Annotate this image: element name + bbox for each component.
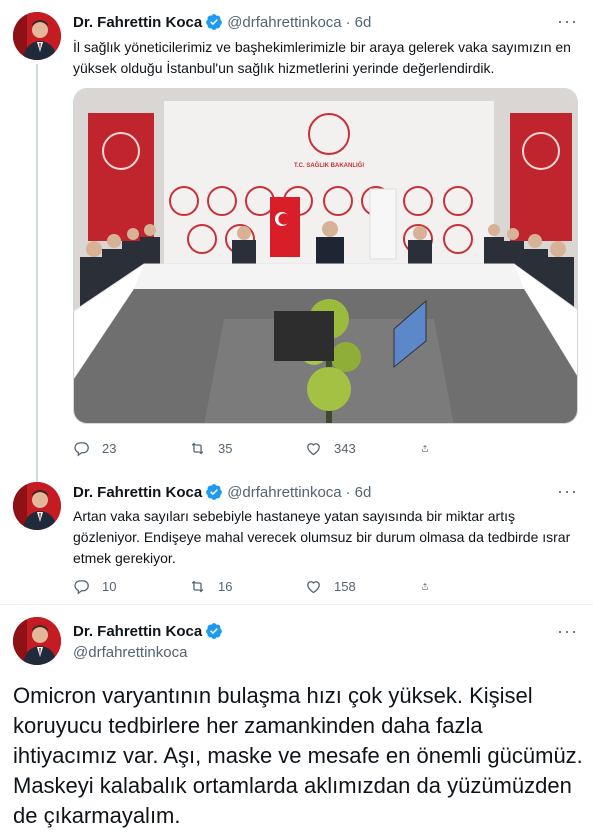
retweet-button[interactable]: 35	[189, 440, 305, 457]
tweet-header: Dr. Fahrettin Koca @drfahrettinkoca · 6d	[73, 482, 371, 502]
author-handle[interactable]: @drfahrettinkoca	[73, 644, 187, 661]
thread-connector	[36, 470, 38, 482]
retweet-icon	[191, 442, 204, 454]
separator-dot: ·	[345, 13, 351, 31]
avatar-image	[13, 617, 61, 665]
tweet-header: Dr. Fahrettin Koca @drfahrettinkoca · 6d	[73, 12, 371, 32]
like-icon	[307, 580, 320, 593]
like-count: 343	[334, 440, 356, 456]
avatar[interactable]	[13, 482, 61, 530]
author-handle[interactable]: @drfahrettinkoca	[227, 14, 341, 31]
reply-button[interactable]: 10	[73, 578, 189, 595]
more-icon[interactable]: ···	[557, 12, 577, 35]
reply-count: 10	[102, 578, 117, 594]
reply-button[interactable]: 23	[73, 440, 189, 457]
like-button[interactable]: 343	[305, 440, 421, 457]
tweet-photo[interactable]: T.C. SAĞLIK BAKANLIĞI	[73, 88, 578, 424]
share-icon	[422, 444, 428, 452]
tweet-actions: 23 35 343	[73, 438, 503, 458]
retweet-button[interactable]: 16	[189, 578, 305, 595]
tweet-actions: 10 16 158	[73, 576, 503, 596]
handle-row: @drfahrettinkoca	[73, 642, 187, 662]
thread-connector	[36, 64, 38, 470]
focused-tweet-text: Omicron varyantının bulaşma hızı çok yük…	[13, 683, 583, 828]
like-count: 158	[334, 578, 356, 594]
verified-badge-icon	[206, 623, 223, 639]
like-button[interactable]: 158	[305, 578, 421, 595]
author-name[interactable]: Dr. Fahrettin Koca	[73, 484, 202, 501]
timestamp[interactable]: 6d	[355, 484, 372, 501]
avatar-image	[13, 12, 61, 60]
tweet-2[interactable]: Dr. Fahrettin Koca @drfahrettinkoca · 6d…	[0, 470, 593, 604]
retweet-count: 16	[218, 578, 233, 594]
more-icon[interactable]: ···	[557, 622, 577, 645]
share-button[interactable]	[421, 440, 441, 457]
reply-icon	[74, 579, 89, 595]
author-handle[interactable]: @drfahrettinkoca	[227, 484, 341, 501]
verified-badge-icon	[206, 484, 223, 500]
more-icon[interactable]: ···	[557, 482, 577, 505]
like-icon	[307, 442, 320, 455]
timestamp[interactable]: 6d	[355, 14, 372, 31]
tweet-header: Dr. Fahrettin Koca	[73, 621, 227, 641]
avatar[interactable]	[13, 12, 61, 60]
reply-count: 23	[102, 440, 117, 456]
reply-icon	[74, 441, 89, 457]
wall-banner-text: T.C. SAĞLIK BAKANLIĞI	[294, 161, 364, 169]
tweet-1[interactable]: Dr. Fahrettin Koca @drfahrettinkoca · 6d…	[0, 0, 593, 470]
share-button[interactable]	[421, 578, 441, 595]
tweet-text: İl sağlık yöneticilerimiz ve başhekimler…	[73, 39, 571, 76]
avatar-image	[13, 482, 61, 530]
verified-badge-icon	[206, 14, 223, 30]
retweet-icon	[191, 580, 204, 592]
author-name[interactable]: Dr. Fahrettin Koca	[73, 14, 202, 31]
tweet-text: Artan vaka sayıları sebebiyle hastaneye …	[73, 508, 571, 566]
separator-dot: ·	[345, 483, 351, 501]
retweet-count: 35	[218, 440, 233, 456]
author-name[interactable]: Dr. Fahrettin Koca	[73, 623, 202, 640]
share-icon	[422, 582, 428, 590]
avatar[interactable]	[13, 617, 61, 665]
meeting-photo: T.C. SAĞLIK BAKANLIĞI	[74, 89, 577, 423]
